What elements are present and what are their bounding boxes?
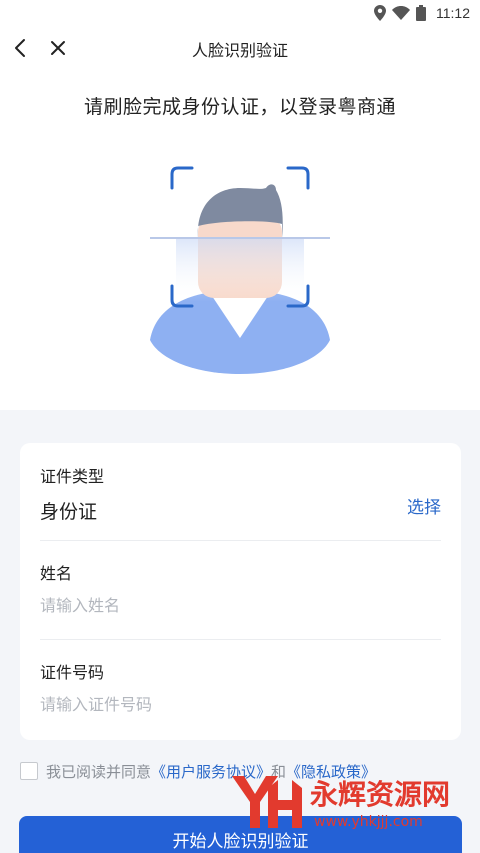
id-type-value: 身份证	[40, 501, 98, 523]
face-scan-illustration	[140, 160, 340, 380]
divider	[40, 540, 441, 541]
battery-icon	[416, 5, 426, 21]
status-time: 11:12	[436, 5, 470, 21]
agreement-prefix: 我已阅读并同意	[46, 762, 152, 781]
privacy-link[interactable]: 《隐私政策》	[286, 761, 376, 782]
nav-bar: 人脸识别验证	[0, 28, 480, 68]
status-bar: 11:12	[0, 0, 480, 26]
id-type-label: 证件类型	[40, 467, 105, 486]
agreement-checkbox[interactable]	[20, 762, 38, 780]
svg-text:永辉资源网: 永辉资源网	[310, 778, 450, 811]
name-label: 姓名	[40, 564, 73, 583]
start-face-verification-button[interactable]: 开始人脸识别验证	[19, 816, 462, 853]
id-type-field: 证件类型 身份证 选择	[40, 463, 441, 543]
divider	[40, 639, 441, 640]
page-title: 人脸识别验证	[191, 41, 288, 60]
status-icons: 11:12	[374, 4, 470, 22]
agreement-row: 我已阅读并同意 《用户服务协议》 和 《隐私政策》	[20, 760, 376, 782]
location-icon	[374, 5, 386, 21]
identity-form: 证件类型 身份证 选择 姓名 证件号码	[20, 443, 461, 740]
terms-link[interactable]: 《用户服务协议》	[151, 761, 271, 782]
name-field: 姓名	[40, 560, 441, 616]
name-input[interactable]	[40, 594, 441, 616]
wifi-icon	[392, 6, 410, 20]
id-number-label: 证件号码	[40, 663, 105, 682]
instruction-text: 请刷脸完成身份认证，以登录粤商通	[83, 96, 396, 118]
id-number-input[interactable]	[40, 693, 441, 715]
select-id-type-button[interactable]: 选择	[407, 493, 441, 518]
id-number-field: 证件号码	[40, 659, 441, 715]
agreement-conjunction: 和	[271, 762, 287, 781]
